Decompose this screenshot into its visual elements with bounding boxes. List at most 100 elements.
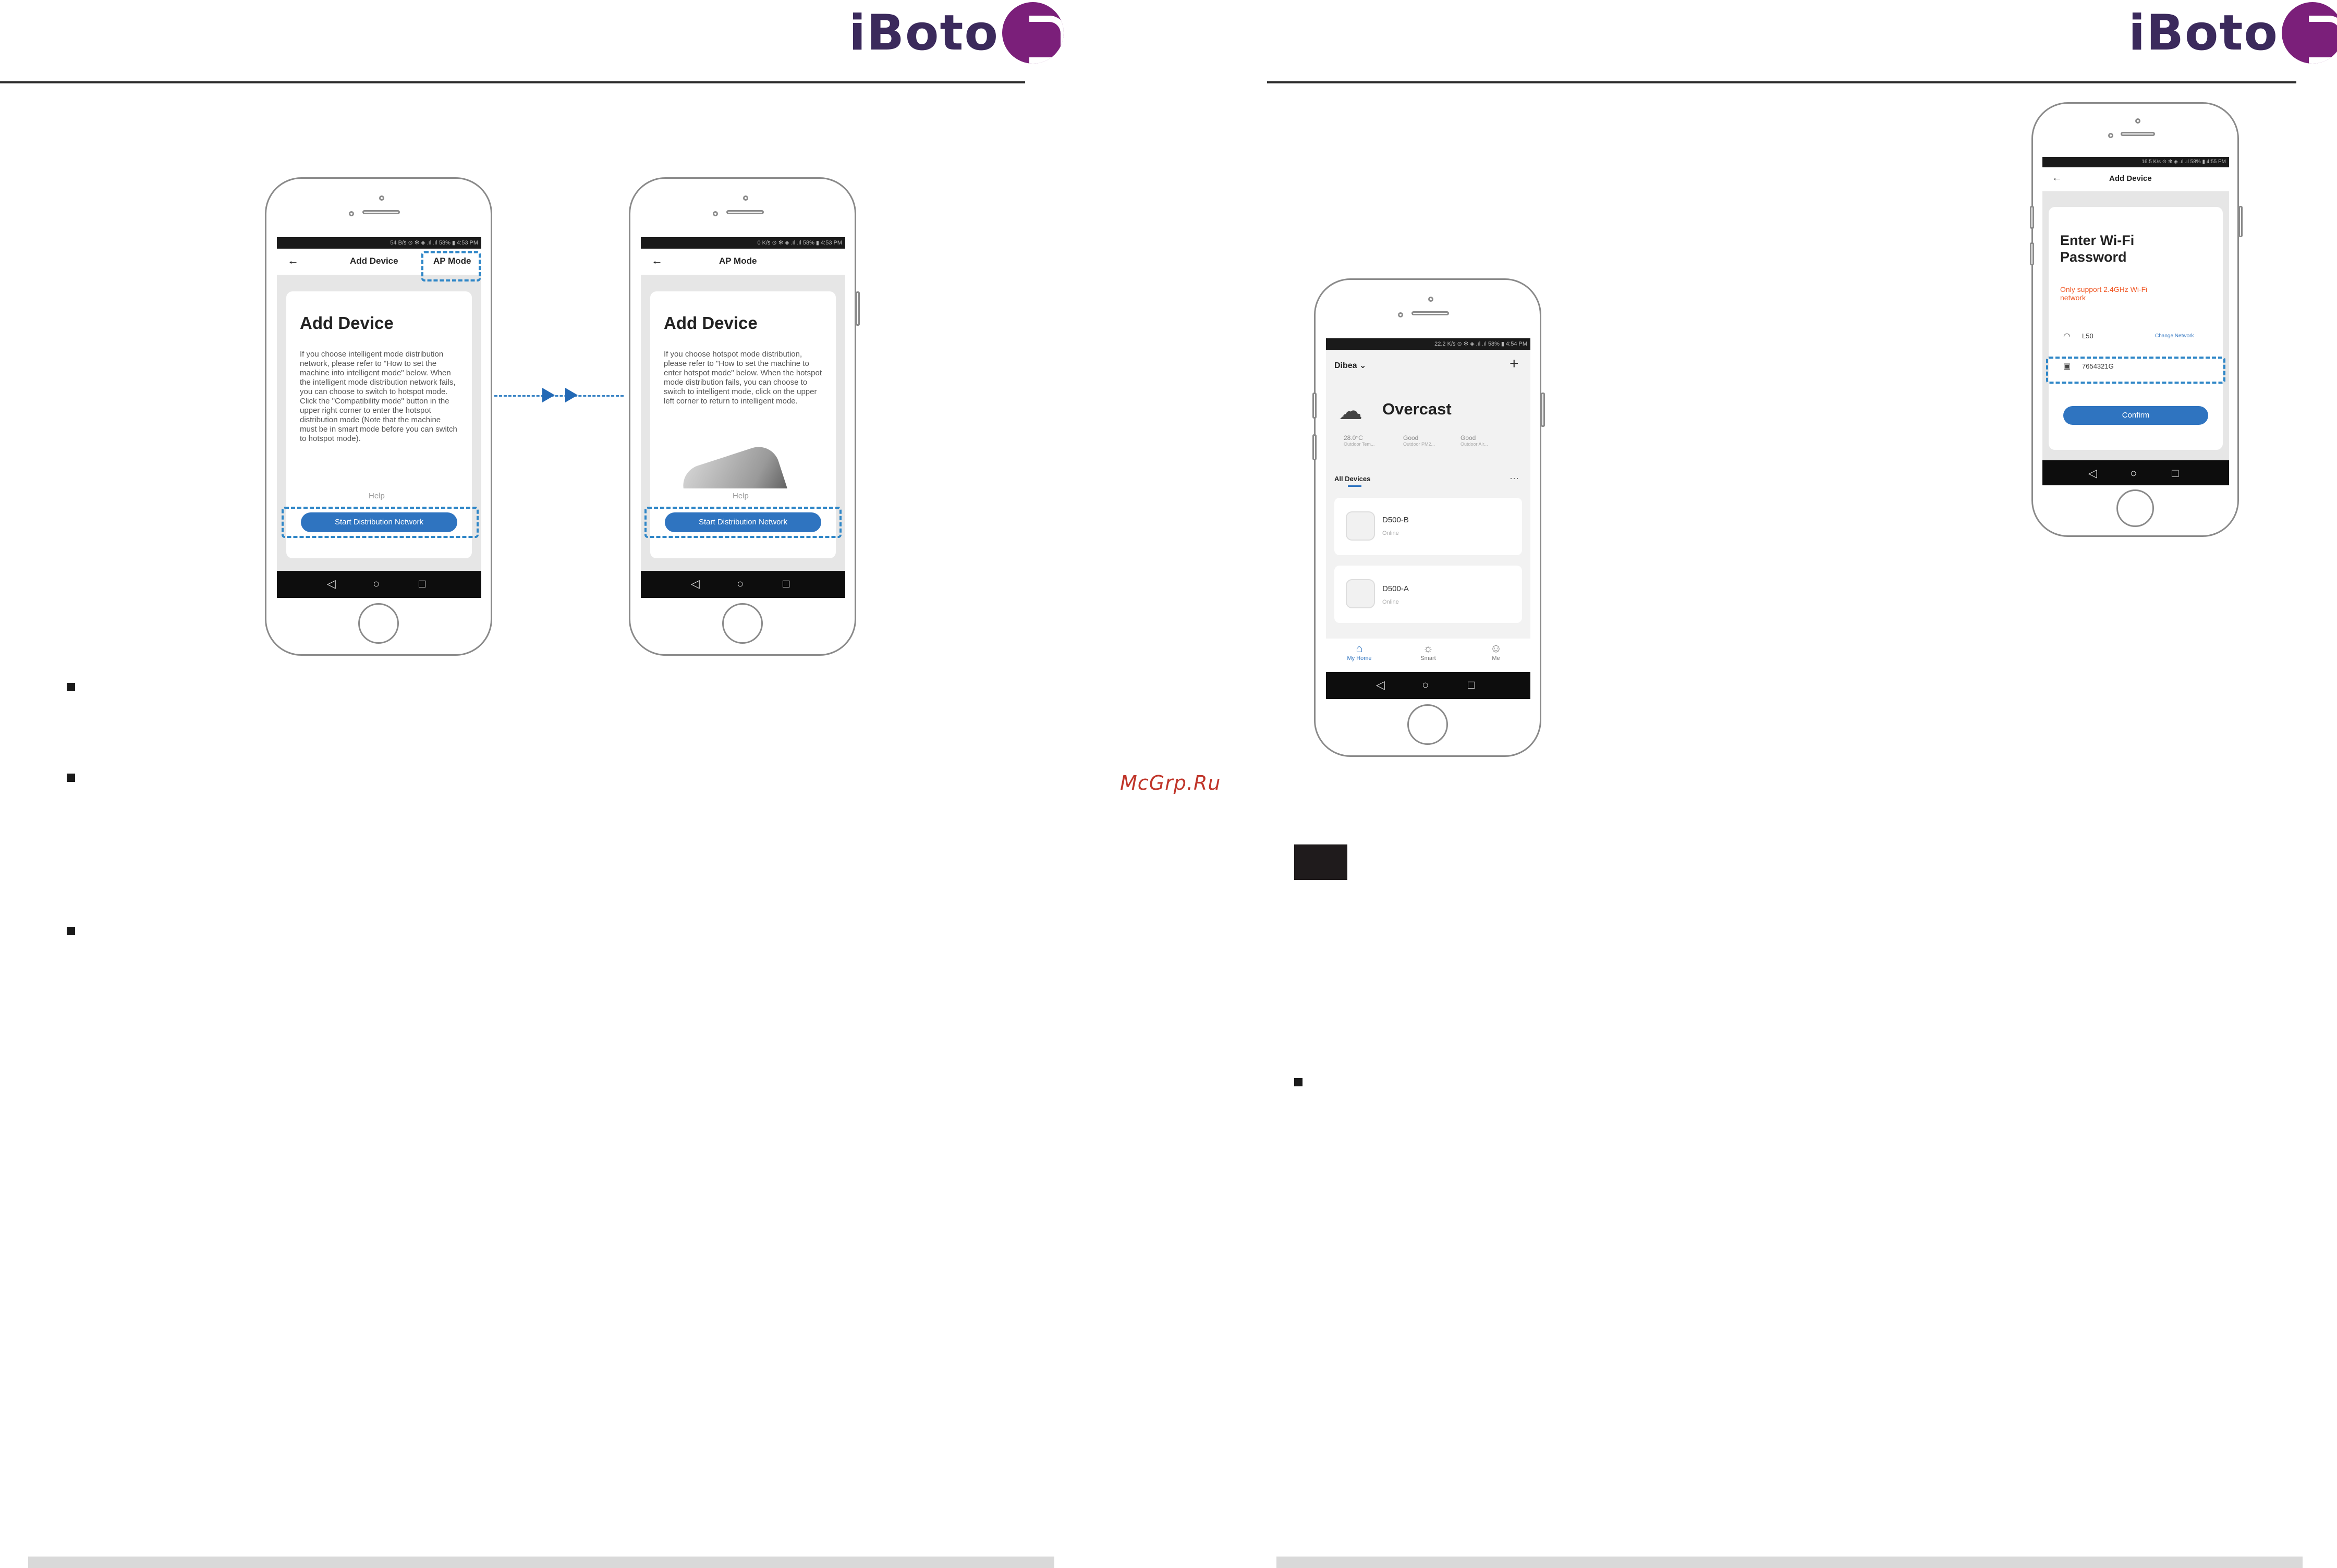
- help-link[interactable]: Help: [733, 492, 749, 500]
- sun-icon: ☼: [1422, 642, 1434, 655]
- sensor-icon: [349, 211, 354, 216]
- home-icon: ⌂: [1356, 642, 1363, 655]
- frequency-warning: Only support 2.4GHz Wi-Fi network: [2060, 285, 2148, 302]
- robot-vacuum-icon: [1346, 511, 1375, 541]
- status-text: 16.5 K/s ⊙ ✻ ◈ .ıl .ıl 58% ▮ 4:55 PM: [2141, 159, 2226, 165]
- weather-label: Overcast: [1382, 400, 1452, 418]
- section-title[interactable]: All Devices: [1334, 475, 1370, 483]
- device-name: D500-A: [1382, 584, 1409, 593]
- nav-home-icon[interactable]: ○: [2130, 467, 2137, 480]
- home-button[interactable]: [722, 603, 763, 644]
- device-illustration: [666, 446, 822, 488]
- header-rule-right: [1267, 81, 2296, 83]
- flow-arrow-line: [494, 395, 624, 397]
- stat-label: Outdoor Air...: [1460, 442, 1488, 447]
- android-nav-bar: ◁ ○ □: [1326, 672, 1530, 699]
- wifi-icon: ◠: [2063, 332, 2071, 341]
- tab-label: My Home: [1347, 655, 1372, 662]
- tab-me[interactable]: ☺ Me: [1475, 642, 1517, 662]
- sensor-icon: [1398, 312, 1403, 317]
- back-arrow-icon[interactable]: ←: [287, 254, 299, 267]
- section-underline: [1348, 485, 1361, 487]
- speaker-icon: [726, 210, 764, 214]
- bullet-marker: [67, 927, 75, 935]
- start-button-highlight-1: [282, 507, 479, 538]
- bullet-marker: [1294, 1078, 1303, 1086]
- android-nav-bar: ◁ ○ □: [277, 571, 481, 598]
- page-title: Add Device: [350, 256, 398, 266]
- status-text: 0 K/s ⊙ ✻ ◈ .ıl .ıl 58% ▮ 4:53 PM: [757, 240, 842, 246]
- home-button[interactable]: [358, 603, 399, 644]
- help-link[interactable]: Help: [369, 492, 385, 500]
- phone-mockup: 22.2 K/s ⊙ ✻ ◈ .ıl .ıl 58% ▮ 4:54 PM Dib…: [1312, 278, 1545, 757]
- camera-icon: [379, 195, 384, 201]
- stat-label: Outdoor Tem...: [1344, 442, 1375, 447]
- nav-back-icon[interactable]: ◁: [1376, 678, 1385, 692]
- card-description: If you choose intelligent mode distribut…: [300, 350, 457, 443]
- app-bar: ← Add Device: [2042, 167, 2229, 191]
- nav-back-icon[interactable]: ◁: [691, 577, 700, 591]
- change-network-link[interactable]: Change Network: [2155, 333, 2194, 339]
- stat-value: Good: [1403, 434, 1419, 442]
- more-icon[interactable]: ···: [1510, 473, 1519, 484]
- nav-recent-icon[interactable]: □: [419, 577, 425, 591]
- home-button[interactable]: [2116, 489, 2154, 527]
- logo-text: iBoto: [2128, 4, 2279, 62]
- robot-vacuum-icon: [1346, 579, 1375, 608]
- flow-arrow-head-icon: [565, 388, 578, 402]
- android-nav-bar: ◁ ○ □: [641, 571, 845, 598]
- tab-my-home[interactable]: ⌂ My Home: [1338, 642, 1380, 662]
- confirm-button[interactable]: Confirm: [2063, 406, 2208, 425]
- watermark: McGrp.Ru: [1120, 771, 1221, 794]
- device-name: D500-B: [1382, 516, 1409, 524]
- brand-logo-left: iBoto: [849, 2, 1064, 64]
- android-nav-bar: ◁ ○ □: [2042, 460, 2229, 485]
- camera-icon: [2135, 118, 2140, 124]
- tab-label: Me: [1492, 655, 1500, 662]
- wifi-password-card: Enter Wi-Fi Password Only support 2.4GHz…: [2049, 207, 2223, 450]
- camera-icon: [1428, 297, 1433, 302]
- device-status: Online: [1382, 599, 1399, 605]
- back-arrow-icon[interactable]: ←: [2052, 172, 2062, 184]
- status-bar: 0 K/s ⊙ ✻ ◈ .ıl .ıl 58% ▮ 4:53 PM: [641, 237, 845, 249]
- page-title: AP Mode: [719, 256, 757, 266]
- status-bar: 22.2 K/s ⊙ ✻ ◈ .ıl .ıl 58% ▮ 4:54 PM: [1326, 338, 1530, 350]
- ssid-label: L50: [2082, 332, 2093, 340]
- nav-recent-icon[interactable]: □: [1468, 678, 1475, 692]
- back-arrow-icon[interactable]: ←: [651, 254, 663, 267]
- status-text: 22.2 K/s ⊙ ✻ ◈ .ıl .ıl 58% ▮ 4:54 PM: [1434, 341, 1527, 347]
- nav-home-icon[interactable]: ○: [373, 577, 380, 591]
- sensor-icon: [2108, 133, 2113, 138]
- side-button: [2238, 206, 2243, 237]
- ap-mode-highlight: [421, 251, 481, 281]
- nav-back-icon[interactable]: ◁: [327, 577, 336, 591]
- password-highlight: [2046, 357, 2225, 384]
- side-button: [1312, 393, 1317, 419]
- home-selector[interactable]: Dibea ⌄: [1334, 360, 1366, 371]
- side-button: [856, 291, 860, 326]
- status-text: 54 B/s ⊙ ✻ ◈ .ıl .ıl 58% ▮ 4:53 PM: [390, 240, 478, 246]
- card-description: If you choose hotspot mode distribution,…: [664, 350, 822, 406]
- header-rule-left: [0, 81, 1025, 83]
- plus-icon[interactable]: +: [1510, 355, 1519, 373]
- device-card[interactable]: D500-B Online: [1334, 498, 1522, 555]
- device-status: Online: [1382, 530, 1399, 536]
- app-bar: ← AP Mode: [641, 249, 845, 275]
- step-number-box: [1294, 844, 1347, 880]
- status-bar: 54 B/s ⊙ ✻ ◈ .ıl .ıl 58% ▮ 4:53 PM: [277, 237, 481, 249]
- home-button[interactable]: [1407, 704, 1448, 745]
- tab-smart[interactable]: ☼ Smart: [1407, 642, 1449, 662]
- card-title: Add Device: [664, 313, 758, 333]
- nav-home-icon[interactable]: ○: [1422, 678, 1429, 692]
- tab-label: Smart: [1420, 655, 1436, 662]
- phone-screen: 22.2 K/s ⊙ ✻ ◈ .ıl .ıl 58% ▮ 4:54 PM Dib…: [1326, 338, 1530, 699]
- nav-home-icon[interactable]: ○: [737, 577, 744, 591]
- device-card[interactable]: D500-A Online: [1334, 566, 1522, 623]
- footer-bar-left: [28, 1557, 1054, 1568]
- nav-back-icon[interactable]: ◁: [2088, 467, 2097, 480]
- nav-recent-icon[interactable]: □: [2172, 467, 2178, 480]
- stat-value: 28.0°C: [1344, 434, 1363, 442]
- nav-recent-icon[interactable]: □: [783, 577, 789, 591]
- user-icon: ☺: [1490, 642, 1502, 655]
- logo-text: iBoto: [849, 4, 999, 62]
